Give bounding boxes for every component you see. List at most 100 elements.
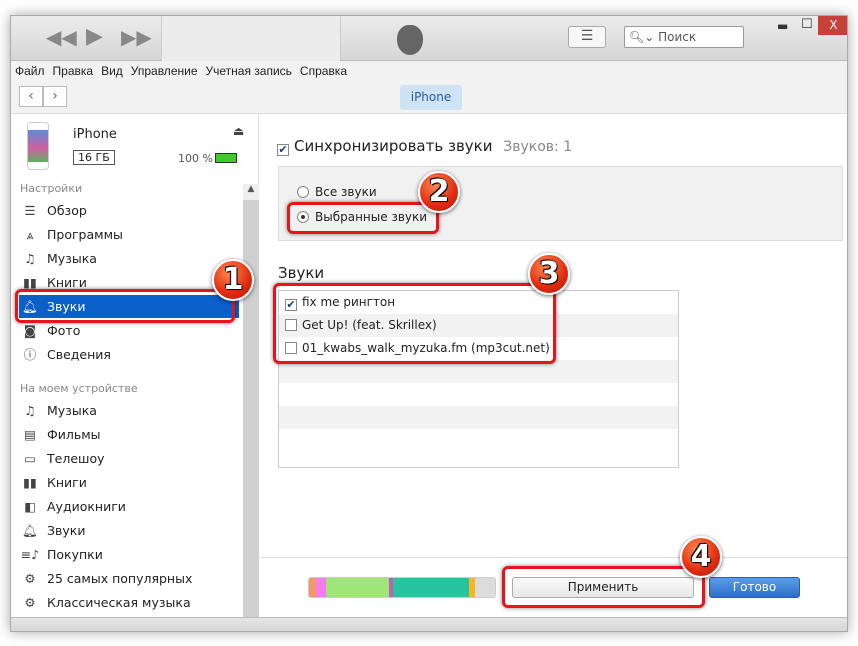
sidebar-item[interactable]: ⩓ Программы (19, 223, 239, 246)
apple-logo-icon (397, 25, 423, 55)
sidebar: iPhone 16 ГБ ⏏ 100 % Настройки ☰ Обзор ⩓ Пр… (11, 114, 259, 617)
apps-icon: ⩓ (26, 227, 34, 242)
sidebar-item[interactable]: ⚙ 25 самых популярных (19, 567, 239, 590)
sidebar-item-label: Фото (47, 323, 81, 338)
sidebar-item-label: Покупки (47, 547, 103, 562)
callout-ring-3 (273, 283, 556, 364)
menu-help[interactable]: Справка (296, 61, 351, 78)
sidebar-item-label: Сведения (47, 347, 111, 362)
menu-edit[interactable]: Правка (49, 61, 98, 78)
sidebar-item-label: Фильмы (47, 427, 101, 442)
gear-icon: ⚙ (24, 571, 36, 586)
battery-percent: 100 % (178, 152, 213, 165)
info-icon: ⓘ (23, 347, 37, 362)
sidebar-item-label: Программы (47, 227, 123, 242)
storage-segment (309, 578, 317, 597)
lcd-area (161, 16, 341, 61)
rewind-icon[interactable]: ◀◀ (46, 25, 77, 49)
callout-badge-4: 4 (680, 536, 722, 578)
main-panel: ✔ Синхронизировать звуки Звуков: 1 Все зв… (260, 114, 847, 617)
storage-segment (392, 578, 469, 597)
storage-segment (325, 578, 389, 597)
shead-settings: Настройки (20, 182, 83, 195)
sidebar-item-label: Музыка (47, 403, 97, 418)
radio-all-sounds[interactable]: Все звуки (297, 185, 377, 199)
sidebar-item[interactable]: ≡♪ Покупки (19, 543, 239, 566)
music-note-icon: ♫ (24, 251, 36, 266)
title-bar: ◀◀ ▶ ▶▶ ☰ 🔍︎⌄ Поиск ▬ ☐ X (11, 16, 847, 61)
sync-checkbox[interactable]: ✔ (277, 144, 289, 156)
gear-icon: ⚙ (24, 595, 36, 610)
eject-icon[interactable]: ⏏ (233, 124, 244, 138)
callout-ring-1 (15, 289, 235, 323)
sidebar-item[interactable]: 🔔︎ Звуки (19, 519, 239, 542)
device-tab[interactable]: iPhone (400, 85, 462, 110)
sidebar-item[interactable]: ▮▮ Книги (19, 471, 239, 494)
film-icon: ▤ (24, 427, 36, 442)
sidebar-item-label: Классическая музыка (47, 595, 191, 610)
search-input[interactable]: 🔍︎⌄ Поиск (624, 26, 744, 48)
sidebar-item-label: Телешоу (47, 451, 105, 466)
sidebar-item-label: Обзор (47, 203, 87, 218)
sidebar-item[interactable]: ▭ Телешоу (19, 447, 239, 470)
nav-bar: ‹ › iPhone (11, 81, 847, 114)
sidebar-item-label: Музыка (47, 251, 97, 266)
list-view-button[interactable]: ☰ (568, 26, 606, 48)
menu-controls[interactable]: Управление (127, 61, 202, 78)
sidebar-item-label: Книги (47, 275, 87, 290)
shead-device: На моем устройстве (20, 382, 138, 395)
battery-icon (215, 153, 237, 163)
maximize-button[interactable]: ☐ (801, 17, 813, 32)
forward-button[interactable]: › (43, 86, 67, 107)
iphone-thumbnail (27, 122, 49, 170)
capacity-badge: 16 ГБ (73, 150, 115, 165)
sidebar-item[interactable]: ♫ Музыка (19, 399, 239, 422)
back-button[interactable]: ‹ (19, 86, 43, 107)
bell-icon: 🔔︎ (22, 523, 38, 538)
status-bar (11, 617, 847, 631)
callout-badge-3: 3 (528, 253, 570, 295)
sidebar-item[interactable]: ◧ Аудиокниги (19, 495, 239, 518)
sidebar-item-label: Звуки (47, 523, 86, 538)
menu-file[interactable]: Файл (11, 61, 49, 78)
list-title: Звуки (278, 264, 325, 282)
menu-view[interactable]: Вид (97, 61, 127, 78)
sidebar-item-label: Аудиокниги (47, 499, 126, 514)
radio-label: Все звуки (315, 185, 377, 199)
search-placeholder: Поиск (658, 30, 697, 44)
sidebar-scrollbar[interactable]: ▲ (243, 184, 259, 617)
book-icon: ▮▮ (23, 475, 37, 490)
sidebar-item[interactable]: ⚙ Классическая музыка (19, 591, 239, 614)
storage-segment (474, 578, 495, 597)
sidebar-item[interactable]: ♫ Музыка (19, 247, 239, 270)
fast-forward-icon[interactable]: ▶▶ (121, 25, 152, 49)
purchases-icon: ≡♪ (20, 547, 40, 562)
sidebar-item-label: 25 самых популярных (47, 571, 193, 586)
device-name: iPhone (73, 127, 117, 142)
search-icon: 🔍︎⌄ (629, 30, 655, 44)
play-icon[interactable]: ▶ (86, 24, 103, 49)
callout-badge-2: 2 (418, 171, 460, 213)
menu-account[interactable]: Учетная запись (202, 61, 296, 78)
minimize-button[interactable]: ▬ (777, 19, 788, 33)
callout-ring-4 (502, 566, 705, 608)
sync-label: Синхронизировать звуки (294, 137, 493, 155)
divider (260, 557, 847, 558)
storage-segment (316, 578, 326, 597)
empty-row (279, 429, 678, 452)
sync-row[interactable]: ✔ Синхронизировать звуки Звуков: 1 (277, 137, 572, 156)
tv-icon: ▭ (24, 451, 36, 466)
sidebar-item[interactable]: ⓘ Сведения (19, 343, 239, 366)
sound-count: Звуков: 1 (503, 139, 573, 155)
music-note-icon: ♫ (24, 403, 36, 418)
storage-bar (308, 577, 496, 598)
sidebar-item[interactable]: ☰ Обзор (19, 199, 239, 222)
sidebar-item[interactable]: ▤ Фильмы (19, 423, 239, 446)
list-icon: ☰ (24, 203, 36, 218)
scroll-up-icon[interactable]: ▲ (243, 184, 259, 200)
radio-icon (297, 186, 309, 198)
empty-row (279, 383, 678, 406)
close-button[interactable]: X (818, 16, 847, 35)
done-button[interactable]: Готово (709, 577, 800, 598)
audiobook-icon: ◧ (24, 499, 36, 514)
